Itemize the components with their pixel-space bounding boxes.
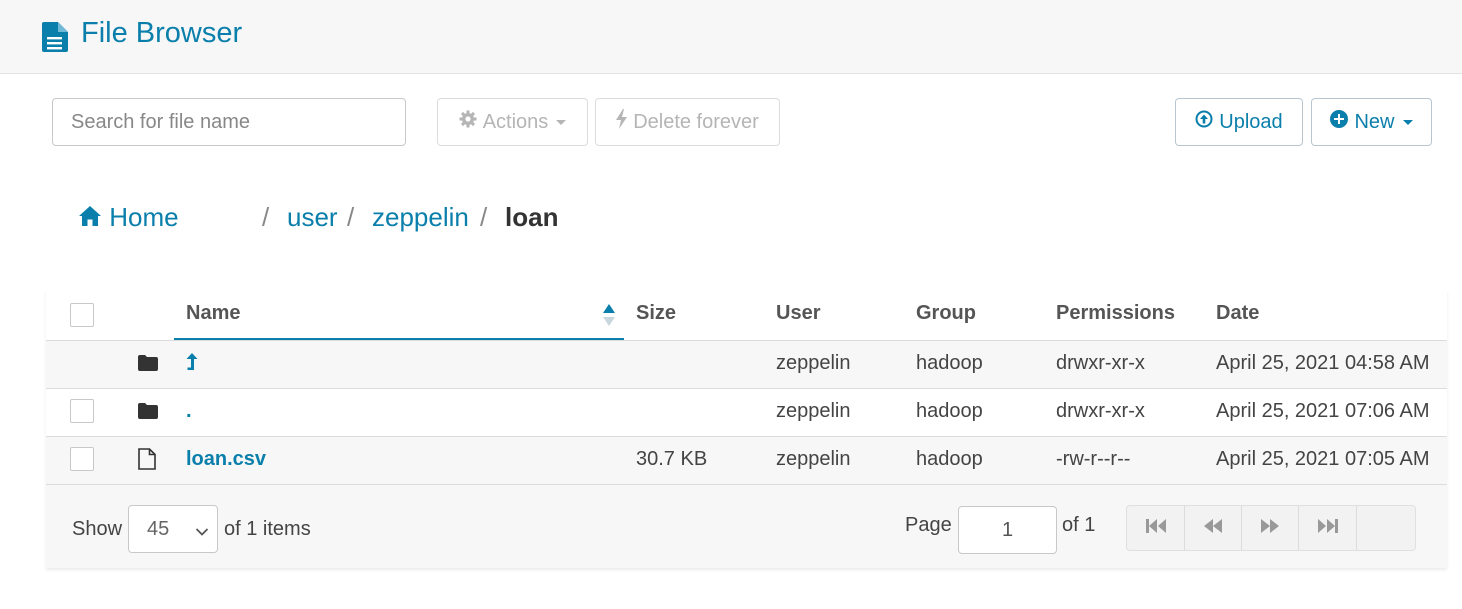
show-label: Show	[72, 518, 123, 540]
actions-label: Actions	[482, 110, 549, 133]
cell-date: April 25, 2021 07:05 AM	[1216, 448, 1430, 470]
plus-circle-icon	[1330, 110, 1349, 134]
actions-button[interactable]: Actions	[437, 98, 588, 146]
cell-user: zeppelin	[776, 352, 851, 374]
breadcrumb-separator: /	[262, 202, 270, 232]
backward-icon	[1203, 518, 1223, 539]
cell-name-link[interactable]: .	[186, 400, 192, 423]
table-header: Name Size User Group Permissions Date	[46, 290, 1447, 341]
sort-asc-icon[interactable]	[602, 303, 616, 332]
cell-group: hadoop	[916, 448, 983, 470]
previous-page-button[interactable]	[1185, 506, 1242, 550]
cell-user: zeppelin	[776, 400, 851, 422]
row-checkbox[interactable]	[70, 399, 94, 423]
sorted-column-indicator	[174, 338, 624, 340]
table-row[interactable]: . zeppelin hadoop drwxr-xr-x April 25, 2…	[46, 389, 1447, 437]
file-icon	[138, 448, 156, 476]
column-header-name[interactable]: Name	[186, 302, 240, 325]
first-page-icon	[1145, 518, 1167, 539]
app-header: File Browser	[0, 0, 1462, 74]
gear-icon	[459, 110, 477, 134]
level-up-icon[interactable]	[186, 353, 198, 377]
breadcrumb-home-label: Home	[109, 202, 179, 232]
total-pages-label: of 1	[1062, 514, 1096, 536]
breadcrumb-current: loan	[505, 202, 559, 232]
column-header-group[interactable]: Group	[916, 302, 976, 325]
table-footer: Show 45 of 1 items Page of 1	[46, 485, 1447, 568]
file-table: Name Size User Group Permissions Date ze…	[46, 290, 1447, 568]
cell-user: zeppelin	[776, 448, 851, 470]
page-size-value: 45	[147, 518, 170, 540]
upload-button[interactable]: Upload	[1175, 98, 1303, 146]
page-title: File Browser	[81, 17, 243, 49]
column-header-size[interactable]: Size	[636, 302, 676, 325]
cell-permissions: drwxr-xr-x	[1056, 352, 1145, 374]
first-page-button[interactable]	[1127, 506, 1185, 550]
next-page-button[interactable]	[1242, 506, 1299, 550]
column-header-date[interactable]: Date	[1216, 302, 1259, 325]
chevron-down-icon	[195, 520, 209, 543]
cell-group: hadoop	[916, 352, 983, 374]
breadcrumb-separator: /	[480, 202, 488, 232]
new-label: New	[1354, 110, 1395, 133]
table-row[interactable]: loan.csv 30.7 KB zeppelin hadoop -rw-r--…	[46, 437, 1447, 485]
folder-icon	[138, 402, 158, 425]
breadcrumb-home[interactable]: Home	[78, 202, 179, 233]
column-header-permissions[interactable]: Permissions	[1056, 302, 1175, 325]
file-text-icon	[42, 22, 68, 57]
page-label: Page	[905, 514, 952, 536]
select-all-checkbox[interactable]	[70, 303, 94, 327]
upload-label: Upload	[1219, 110, 1283, 133]
cell-name-link[interactable]: loan.csv	[186, 448, 266, 471]
delete-forever-label: Delete forever	[633, 110, 759, 133]
last-page-icon	[1317, 518, 1339, 539]
cell-date: April 25, 2021 07:06 AM	[1216, 400, 1430, 422]
pagination-controls	[1126, 505, 1416, 551]
cell-permissions: drwxr-xr-x	[1056, 400, 1145, 422]
last-page-button[interactable]	[1299, 506, 1357, 550]
cell-group: hadoop	[916, 400, 983, 422]
bolt-icon	[616, 109, 628, 135]
new-button[interactable]: New	[1311, 98, 1432, 146]
cell-date: April 25, 2021 04:58 AM	[1216, 352, 1430, 374]
row-checkbox[interactable]	[70, 447, 94, 471]
page-number-input[interactable]	[958, 506, 1057, 554]
folder-icon	[138, 354, 158, 377]
upload-circle-icon	[1195, 110, 1213, 134]
delete-forever-button[interactable]: Delete forever	[595, 98, 780, 146]
items-count-label: of 1 items	[224, 518, 311, 540]
forward-icon	[1260, 518, 1280, 539]
page-size-select[interactable]: 45	[128, 505, 218, 553]
search-input[interactable]	[52, 98, 406, 146]
caret-down-icon	[1402, 119, 1413, 125]
table-row[interactable]: zeppelin hadoop drwxr-xr-x April 25, 202…	[46, 341, 1447, 389]
caret-down-icon	[556, 119, 567, 125]
cell-size: 30.7 KB	[636, 448, 708, 470]
home-icon	[78, 202, 109, 232]
breadcrumb-separator: /	[347, 202, 355, 232]
cell-permissions: -rw-r--r--	[1056, 448, 1131, 470]
column-header-user[interactable]: User	[776, 302, 820, 325]
breadcrumb-zeppelin[interactable]: zeppelin	[372, 202, 469, 233]
breadcrumb-user[interactable]: user	[287, 202, 338, 233]
